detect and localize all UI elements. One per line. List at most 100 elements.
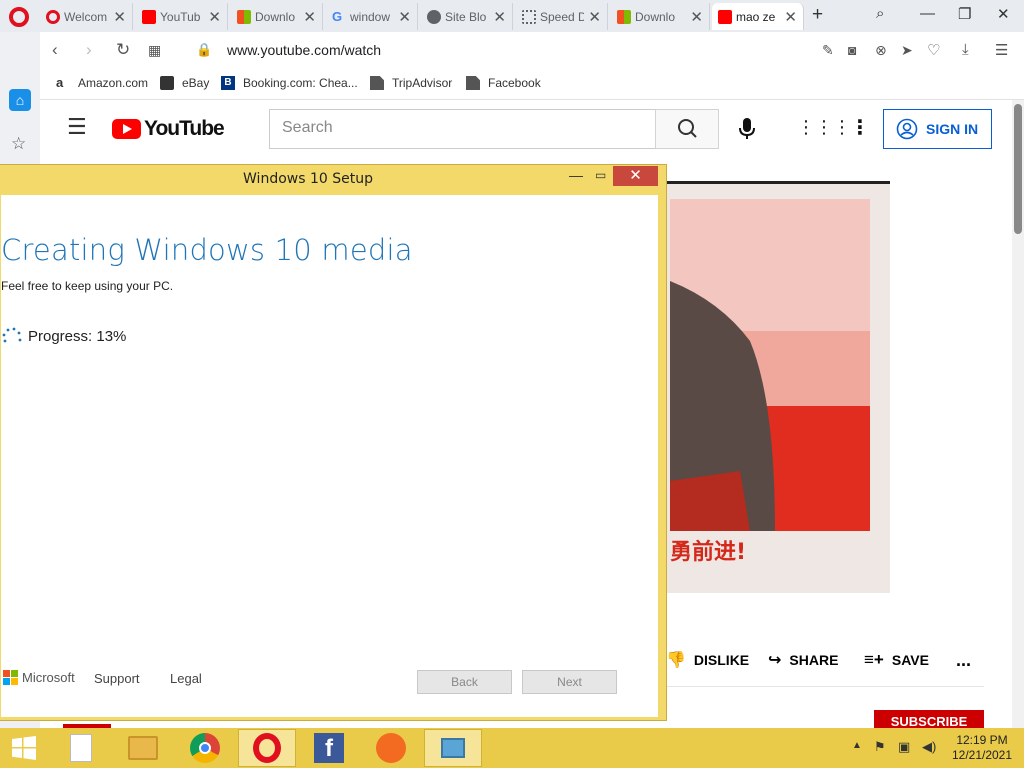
tab-close-icon[interactable]: ✕ [784,8,797,26]
taskbar-file[interactable] [52,729,110,767]
page-scrollbar[interactable] [1012,100,1024,728]
support-link[interactable]: Support [94,671,140,686]
microphone-icon[interactable] [737,117,757,141]
bookmarks-bar: a Amazon.com eBay B Booking.com: Chea...… [40,68,1024,100]
back-icon[interactable]: ‹ [52,40,58,60]
taskbar-media-creation-tool[interactable] [424,729,482,767]
tab-mao-zedong-video[interactable]: mao ze ✕ [712,3,804,30]
tab-speed-dial[interactable]: Speed D ✕ [516,3,608,30]
heart-icon[interactable]: ♡ [927,41,940,59]
share-button[interactable]: ↪ SHARE [768,650,838,670]
sign-in-button[interactable]: SIGN IN [883,109,992,149]
tab-google-search[interactable]: G window ✕ [326,3,418,30]
tab-close-icon[interactable]: ✕ [690,8,703,26]
clock-date: 12/21/2021 [951,748,1013,762]
speed-dial-icon[interactable]: ▦ [148,42,161,59]
tab-site-blocker[interactable]: Site Blo ✕ [421,3,513,30]
save-button[interactable]: ≡+ SAVE [864,650,929,670]
adblock-icon[interactable]: ⊗ [875,42,887,59]
tab-close-icon[interactable]: ✕ [398,8,411,26]
taskbar-file-explorer[interactable] [114,729,172,767]
share-icon: ↪ [768,652,782,669]
bookmark-facebook[interactable]: Facebook [466,76,541,90]
url-field[interactable]: www.youtube.com/watch [227,42,381,58]
bookmark-amazon[interactable]: a Amazon.com [56,76,148,91]
minimize-icon[interactable]: — [920,5,935,22]
youtube-wordmark[interactable]: YouTube [144,117,225,141]
apps-grid-icon[interactable]: ⋮⋮⋮ [797,117,851,138]
hamburger-menu-icon[interactable]: ☰ [67,114,87,140]
tab-close-icon[interactable]: ✕ [303,8,316,26]
youtube-icon [142,9,156,24]
search-icon [678,119,697,138]
download-icon[interactable]: ⤓ [962,41,969,58]
tab-download-2[interactable]: Downlo ✕ [611,3,710,30]
start-button[interactable] [0,729,48,767]
search-input[interactable]: Search [269,109,656,149]
windows-setup-dialog: Windows 10 Setup — ▭ ✕ Creating Windows … [0,164,667,721]
clock-time: 12:19 PM [956,733,1008,747]
youtube-logo-icon[interactable] [112,119,141,139]
divider [666,686,984,687]
reload-icon[interactable]: ↻ [116,40,130,60]
scrollbar-thumb[interactable] [1014,104,1022,234]
lock-icon: 🔒 [196,42,213,57]
taskbar-avast[interactable] [362,729,420,767]
search-button[interactable] [655,109,719,149]
opera-menu-icon[interactable] [9,7,29,27]
google-icon: G [332,8,343,24]
network-icon[interactable]: ▣ [898,739,910,755]
dialog-maximize-icon[interactable]: ▭ [595,168,606,182]
subscribe-button[interactable]: SUBSCRIBE [874,710,984,728]
setup-heading: Creating Windows 10 media [1,233,413,267]
bookmark-tripadvisor[interactable]: TripAdvisor [370,76,452,90]
easy-setup-icon[interactable]: ☰ [995,41,1008,59]
tab-close-icon[interactable]: ✕ [588,8,601,26]
tab-search-icon[interactable]: ⌕ [876,5,884,22]
dialog-close-button[interactable]: ✕ [613,166,658,186]
tab-close-icon[interactable]: ✕ [208,8,221,26]
tab-close-icon[interactable]: ✕ [113,8,126,26]
dialog-minimize-icon[interactable]: — [569,167,583,183]
booking-icon: B [221,76,235,90]
address-bar: ‹ › ↻ ▦ 🔒 www.youtube.com/watch ✎ ◙ ⊗ ➤ … [40,32,1024,68]
dislike-button[interactable]: 👎 DISLIKE [666,650,749,670]
ebay-icon [160,76,174,90]
tab-welcome[interactable]: Welcom ✕ [40,3,133,30]
home-icon[interactable]: ⌂ [9,89,31,111]
back-button[interactable]: Back [417,670,512,694]
microsoft-logo-icon [3,670,18,685]
tab-close-icon[interactable]: ✕ [493,8,506,26]
taskbar-facebook[interactable]: f [300,729,358,767]
taskbar-opera[interactable] [238,729,296,767]
action-center-flag-icon[interactable]: ⚑ [874,739,886,755]
taskbar-chrome[interactable] [176,729,234,767]
next-button[interactable]: Next [522,670,617,694]
microsoft-icon [237,9,251,24]
setup-content: Creating Windows 10 media Feel free to k… [1,195,658,717]
send-icon[interactable]: ➤ [901,42,913,59]
youtube-icon [718,9,732,24]
camera-icon[interactable]: ◙ [848,42,856,58]
tab-youtube[interactable]: YouTub ✕ [136,3,228,30]
more-actions-icon[interactable]: ... [956,650,971,671]
bookmark-ebay[interactable]: eBay [160,76,209,90]
tab-download-1[interactable]: Downlo ✕ [231,3,323,30]
close-window-icon[interactable]: ✕ [997,5,1010,23]
bookmarks-star-icon[interactable]: ☆ [11,134,26,154]
legal-link[interactable]: Legal [170,671,202,686]
playlist-add-icon: ≡+ [864,650,884,669]
spinner-icon [2,327,22,343]
opera-icon [46,9,60,24]
settings-more-icon[interactable]: ⋮ [850,115,870,140]
restore-icon[interactable]: ❐ [958,5,971,23]
volume-icon[interactable]: ◀) [922,739,936,755]
new-tab-icon[interactable]: + [812,4,823,26]
forward-icon[interactable]: › [86,40,92,60]
system-clock[interactable]: 12:19 PM 12/21/2021 [950,733,1014,763]
bookmark-booking[interactable]: B Booking.com: Chea... [221,76,358,90]
poster-caption: 勇前进! [670,539,746,565]
microsoft-icon [617,9,631,24]
show-hidden-icons-icon[interactable]: ▲ [852,740,862,751]
edit-icon[interactable]: ✎ [822,42,834,59]
